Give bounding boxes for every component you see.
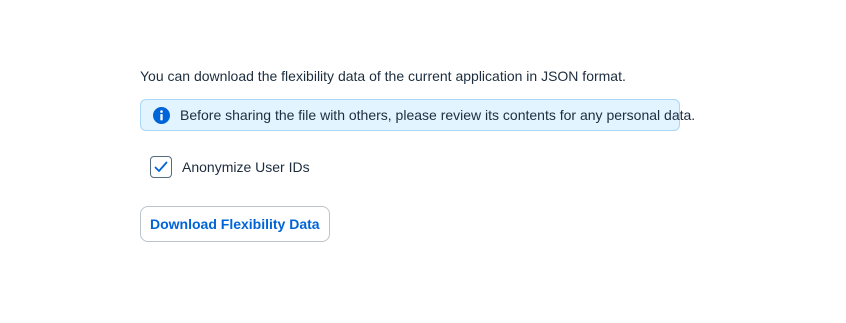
- description-text: You can download the flexibility data of…: [140, 68, 626, 84]
- checkmark-icon: [154, 161, 168, 172]
- info-message-strip: Before sharing the file with others, ple…: [140, 99, 695, 131]
- download-flexibility-data-button[interactable]: Download Flexibility Data: [140, 206, 330, 242]
- anonymize-user-ids-option[interactable]: Anonymize User IDs: [150, 155, 310, 179]
- anonymize-user-ids-label[interactable]: Anonymize User IDs: [182, 158, 310, 176]
- anonymize-user-ids-checkbox[interactable]: [150, 156, 172, 178]
- download-flexibility-panel: You can download the flexibility data of…: [140, 0, 700, 323]
- information-icon: [153, 106, 170, 124]
- info-message-text: Before sharing the file with others, ple…: [180, 107, 696, 123]
